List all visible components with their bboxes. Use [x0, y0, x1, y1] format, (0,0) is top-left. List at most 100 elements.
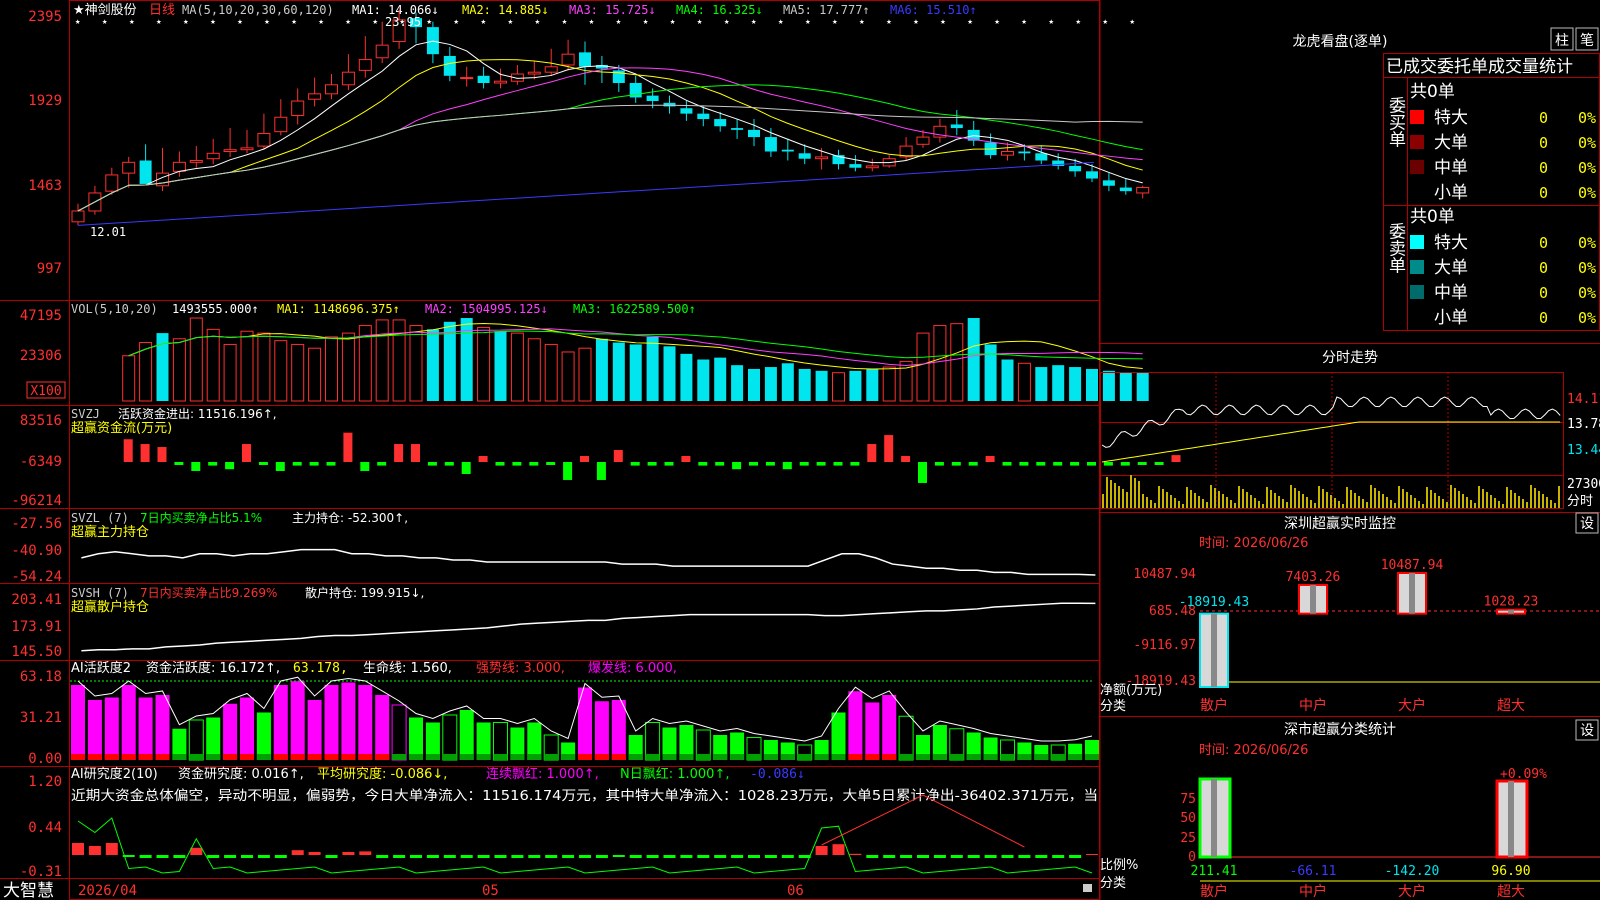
intraday-volume-bar	[1234, 503, 1236, 508]
intraday-volume-bar	[1498, 501, 1500, 508]
volume-bar	[1136, 372, 1149, 401]
intraday-volume-bar	[1246, 492, 1248, 508]
intraday-unit: 分时	[1567, 494, 1593, 509]
buy-row-label: 特大	[1434, 108, 1468, 128]
candle-body-down	[950, 124, 963, 129]
activity-base	[1085, 754, 1099, 760]
signal-star: ★	[913, 17, 919, 27]
candle-body-up	[325, 84, 338, 95]
ma10-line	[77, 59, 1143, 212]
fund-flow-bar	[698, 462, 708, 466]
intraday-volume-bar	[1382, 494, 1384, 508]
intraday-volume-bar	[1258, 501, 1260, 508]
volume-bars	[122, 317, 1149, 402]
svsh-header: SVSH (7) 7日内买卖净占比9.269% 散户持仓: 199.915↓, …	[71, 585, 424, 615]
ma2-value: MA2: 14.885↓	[462, 3, 549, 17]
signal-star: ★	[345, 17, 351, 27]
activity-base	[155, 754, 170, 760]
signal-star: ★	[940, 17, 946, 27]
fund-flow-bar	[1036, 462, 1046, 466]
research-bar	[426, 855, 439, 858]
research-bar	[443, 855, 456, 858]
fund-flow-bar	[765, 462, 775, 466]
intraday-volume-bar	[1318, 486, 1320, 508]
intraday-volume-bar	[1462, 494, 1464, 508]
vol-y-axis: 47195 23306 X100	[20, 308, 66, 399]
szfl-date: 时间: 2026/06/26	[1199, 743, 1308, 758]
candle-body-down	[1035, 153, 1048, 161]
signal-star: ★	[1130, 17, 1136, 27]
lock-icon[interactable]	[1083, 884, 1092, 892]
intraday-volume-bar	[1306, 497, 1308, 508]
intraday-volume-bar	[1494, 498, 1496, 508]
ai2-y-axis: 1.20 0.44 -0.31	[20, 774, 62, 880]
activity-bar	[882, 694, 897, 760]
ma-params: MA(5,10,20,30,60,120)	[182, 3, 334, 17]
intraday-volume-bar	[1346, 487, 1348, 508]
szfl-title: 深市超赢分类统计	[1284, 721, 1396, 738]
svsh-subtitle: 超赢散户持仓	[71, 599, 149, 615]
candlestick-plot	[71, 10, 1150, 226]
candle-body-up	[358, 59, 372, 71]
intraday-volume-bar	[1398, 486, 1400, 508]
activity-base	[1034, 754, 1049, 760]
ai1-y-axis: 63.18 31.21 0.00	[20, 669, 62, 767]
volume-bar	[1017, 362, 1031, 402]
intraday-volume-bar	[1426, 487, 1428, 508]
research-bar	[156, 855, 169, 858]
activity-base	[172, 754, 187, 760]
y-tick-label: 0	[1188, 850, 1196, 865]
intraday-volume-bar	[1162, 489, 1164, 508]
activity-base	[899, 754, 914, 760]
activity-bar	[358, 684, 373, 760]
svzl-label: SVZL (7)	[71, 511, 129, 525]
activity-base	[578, 754, 592, 760]
activity-base	[1068, 754, 1083, 760]
bar-value-label: 211.41	[1191, 864, 1238, 879]
intraday-volume-bar	[1218, 491, 1220, 508]
fund-flow-bar	[123, 439, 133, 462]
intraday-volume-bar	[1142, 494, 1144, 508]
fund-flow-bar	[1171, 455, 1181, 462]
candle-body-up	[1136, 187, 1150, 194]
activity-base	[966, 754, 981, 760]
intraday-volume-bar	[1294, 488, 1296, 508]
research-bar	[680, 855, 693, 858]
candle-body-down	[748, 129, 760, 138]
intraday-volume-bar	[1454, 488, 1456, 508]
fund-flow-bar	[563, 462, 573, 480]
activity-bar	[375, 694, 390, 760]
volume-bar	[189, 317, 203, 402]
sell-row-pct: 0%	[1578, 259, 1596, 277]
svsh-line	[81, 602, 1096, 652]
activity-base	[256, 754, 271, 760]
intraday-lines	[1101, 396, 1561, 508]
intraday-volume-bar	[1406, 492, 1408, 508]
activity-bar	[442, 714, 458, 761]
sell-row-count: 0	[1539, 259, 1548, 277]
intraday-volume-bar	[1238, 486, 1240, 508]
y-tick-label: 0.44	[28, 820, 62, 836]
intraday-volume-bar	[1338, 501, 1340, 508]
activity-base	[983, 754, 998, 760]
research-bar	[105, 843, 118, 855]
activity-base	[645, 754, 660, 760]
candle-body-up	[223, 149, 237, 153]
signal-star: ★	[454, 17, 460, 27]
candle-body-up	[105, 174, 119, 192]
y-tick-label: -27.56	[11, 516, 62, 532]
fund-flow-bar	[816, 462, 826, 466]
szcy-date: 时间: 2026/06/26	[1199, 536, 1308, 551]
activity-base	[780, 754, 795, 760]
intraday-volume-bar	[1486, 492, 1488, 508]
activity-base	[307, 754, 322, 760]
fund-flow-bar	[951, 462, 961, 466]
y-tick-label: 47195	[20, 308, 62, 324]
fund-flow-bar	[934, 462, 944, 466]
intraday-volume-bar	[1378, 491, 1380, 508]
volume-bar	[646, 336, 659, 401]
stock-name[interactable]: ★神剑股份	[73, 2, 137, 18]
signal-star: ★	[318, 17, 324, 27]
ai2-extra: -0.086↓	[750, 767, 805, 782]
fund-flow-bar	[681, 456, 691, 462]
